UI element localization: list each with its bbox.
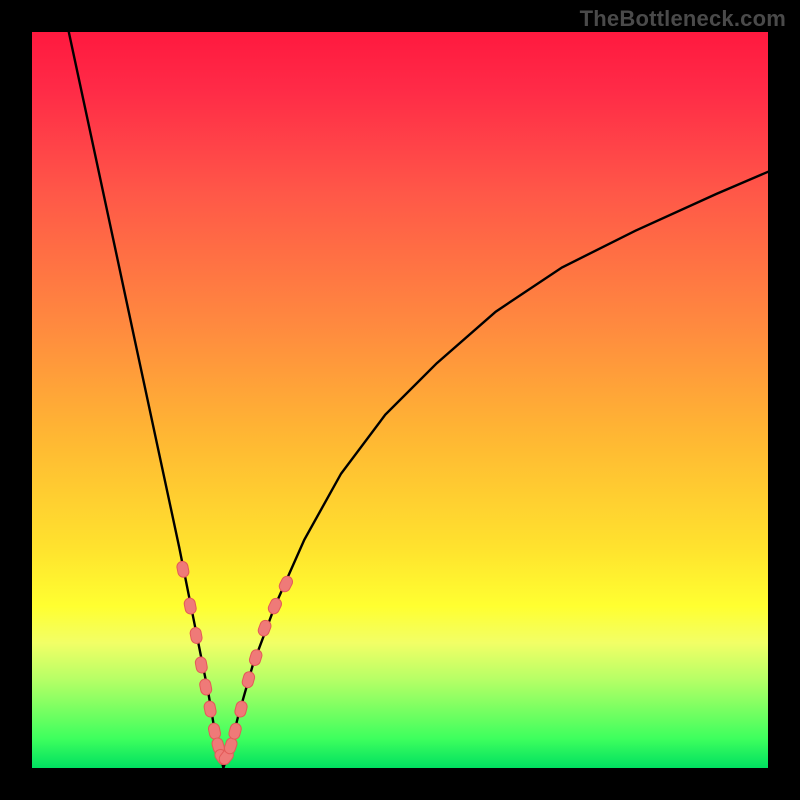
curve-marker <box>194 656 208 674</box>
curve-marker <box>228 722 243 740</box>
curve-marker <box>207 722 221 740</box>
watermark-text: TheBottleneck.com <box>580 6 786 32</box>
curve-marker <box>176 560 190 578</box>
curve-marker <box>199 678 213 696</box>
curve-marker <box>277 574 294 593</box>
curve-marker <box>234 700 249 718</box>
curve-layer <box>32 32 768 768</box>
curve-marker <box>189 627 203 645</box>
bottleneck-curve <box>69 32 768 768</box>
curve-marker <box>183 597 197 615</box>
curve-marker <box>241 670 256 688</box>
curve-marker <box>203 700 217 718</box>
curve-marker <box>266 597 283 616</box>
marker-group <box>176 560 294 766</box>
chart-frame: TheBottleneck.com <box>0 0 800 800</box>
curve-marker <box>248 648 263 667</box>
plot-area <box>32 32 768 768</box>
